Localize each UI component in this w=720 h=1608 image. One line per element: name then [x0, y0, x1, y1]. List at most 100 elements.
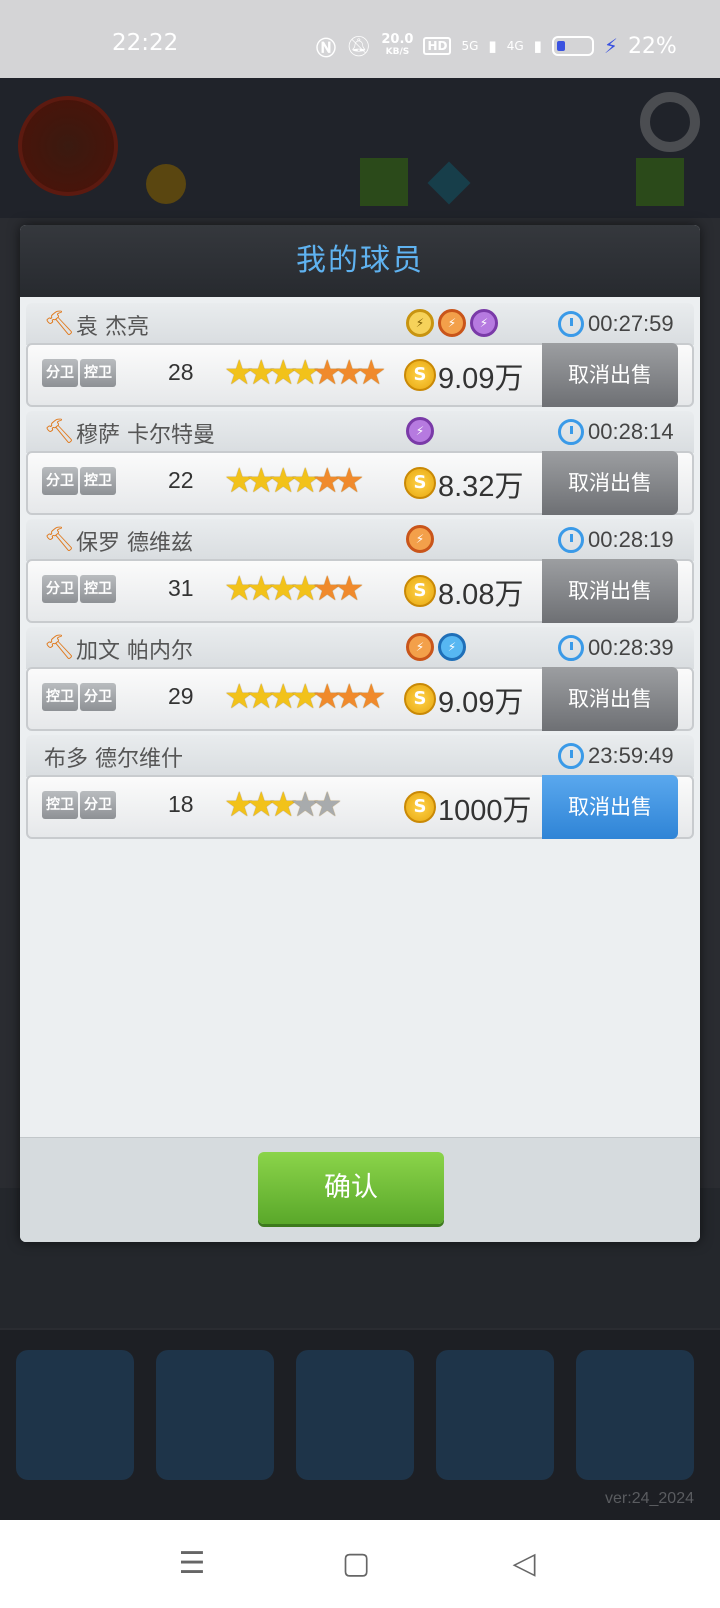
player-details: 分卫 控卫 22 ★ ★ ★ ★ ★ ★ S 8.32万 取消出售	[26, 451, 694, 515]
star-rating: ★ ★ ★ ★ ★	[224, 785, 342, 825]
orange-star-icon: ★	[312, 461, 343, 501]
cancel-sale-button[interactable]: 取消出售	[542, 559, 678, 623]
position-tag: 控卫	[80, 467, 116, 495]
player-name: 穆萨 卡尔特曼	[76, 423, 215, 448]
gold-star-icon: ★	[268, 569, 299, 609]
gold-star-icon: ★	[224, 461, 255, 501]
skill-badges: ⚡	[406, 525, 434, 553]
player-row: 🔨︎ 袁 杰亮 ⚡ ⚡ ⚡ 00:27:59 分卫 控卫 28 ★ ★ ★ ★ ★ ★ ★ S 9.09万 取消出售	[26, 303, 694, 407]
gold-star-icon: ★	[224, 569, 255, 609]
gold-star-icon: ★	[246, 569, 277, 609]
add-gems-icon	[636, 158, 684, 206]
gear-icon	[640, 92, 700, 152]
signal-bars-icon: ▮	[488, 37, 497, 55]
gold-star-icon: ★	[224, 677, 255, 717]
gold-star-icon: ★	[290, 677, 321, 717]
position-tag: 分卫	[80, 683, 116, 711]
nfc-icon: Ⓝ	[316, 35, 336, 60]
gold-star-icon: ★	[246, 353, 277, 393]
position-tags: 控卫 分卫	[42, 683, 116, 711]
blue-skill-badge-icon[interactable]: ⚡	[438, 633, 466, 661]
star-rating: ★ ★ ★ ★ ★ ★ ★	[224, 353, 386, 393]
player-age: 28	[168, 359, 194, 385]
back-icon[interactable]: ◁	[504, 1546, 544, 1582]
auction-hammer-icon: 🔨︎	[44, 525, 75, 553]
coin-icon: S	[404, 575, 436, 607]
position-tag: 控卫	[80, 359, 116, 387]
system-nav-bar: ☰ ▢ ◁	[0, 1520, 720, 1608]
coin-icon: S	[404, 359, 436, 391]
mute-icon: 🔕︎	[346, 34, 372, 58]
purple-skill-badge-icon[interactable]: ⚡	[470, 309, 498, 337]
battery-icon	[551, 36, 594, 56]
skill-badges: ⚡ ⚡ ⚡	[406, 309, 498, 337]
bg-header	[0, 78, 720, 218]
my-players-dialog: 我的球员 🔨︎ 袁 杰亮 ⚡ ⚡ ⚡ 00:27:59 分卫 控卫 28 ★ ★ ★ ★ ★ ★ ★ S 9.09…	[20, 225, 700, 1242]
player-name: 布多 德尔维什	[44, 747, 183, 772]
confirm-button[interactable]: 确认	[258, 1152, 444, 1224]
gold-star-icon: ★	[290, 461, 321, 501]
bg-nav-tile	[436, 1350, 554, 1480]
cancel-sale-button[interactable]: 取消出售	[542, 343, 678, 407]
orange-skill-badge-icon[interactable]: ⚡	[406, 525, 434, 553]
bg-bottom-nav: ver:24_2024	[0, 1330, 720, 1520]
menu-icon[interactable]: ☰	[172, 1546, 212, 1582]
gold-star-icon: ★	[246, 785, 277, 825]
player-header: 🔨︎ 袁 杰亮 ⚡ ⚡ ⚡ 00:27:59	[26, 303, 694, 345]
position-tag: 控卫	[80, 575, 116, 603]
orange-star-icon: ★	[312, 353, 343, 393]
player-details: 分卫 控卫 31 ★ ★ ★ ★ ★ ★ S 8.08万 取消出售	[26, 559, 694, 623]
countdown-timer: 00:28:19	[588, 527, 674, 552]
position-tag: 分卫	[80, 791, 116, 819]
orange-star-icon: ★	[334, 461, 365, 501]
player-row: 布多 德尔维什 23:59:49 控卫 分卫 18 ★ ★ ★ ★ ★ S 1000万 取消出售	[26, 735, 694, 839]
skill-badges: ⚡	[406, 417, 434, 445]
cancel-sale-button[interactable]: 取消出售	[542, 775, 678, 839]
player-name: 加文 帕内尔	[76, 639, 193, 664]
player-list[interactable]: 🔨︎ 袁 杰亮 ⚡ ⚡ ⚡ 00:27:59 分卫 控卫 28 ★ ★ ★ ★ ★ ★ ★ S 9.09万 取消出售…	[20, 297, 700, 1137]
player-header: 🔨︎ 加文 帕内尔 ⚡ ⚡ 00:28:39	[26, 627, 694, 669]
player-name: 袁 杰亮	[76, 315, 149, 340]
player-header: 🔨︎ 穆萨 卡尔特曼 ⚡ 00:28:14	[26, 411, 694, 453]
gold-skill-badge-icon[interactable]: ⚡	[406, 309, 434, 337]
coin-icon: S	[404, 467, 436, 499]
charging-icon: ⚡	[603, 34, 618, 58]
player-details: 控卫 分卫 29 ★ ★ ★ ★ ★ ★ ★ S 9.09万 取消出售	[26, 667, 694, 731]
add-coins-icon	[360, 158, 408, 206]
sale-price: 8.08万	[438, 579, 524, 611]
cancel-sale-button[interactable]: 取消出售	[542, 667, 678, 731]
purple-skill-badge-icon[interactable]: ⚡	[406, 417, 434, 445]
player-row: 🔨︎ 保罗 德维兹 ⚡ 00:28:19 分卫 控卫 31 ★ ★ ★ ★ ★ ★ S 8.08万 取消出售	[26, 519, 694, 623]
player-age: 18	[168, 791, 194, 817]
orange-skill-badge-icon[interactable]: ⚡	[438, 309, 466, 337]
position-tags: 分卫 控卫	[42, 467, 116, 495]
gem-icon	[427, 161, 471, 205]
position-tags: 分卫 控卫	[42, 575, 116, 603]
gold-star-icon: ★	[246, 461, 277, 501]
player-age: 29	[168, 683, 194, 709]
net-speed-unit: KB/S	[385, 47, 410, 57]
bg-nav-tile	[156, 1350, 274, 1480]
stopwatch-icon	[558, 419, 584, 445]
coin-icon	[146, 164, 186, 204]
dialog-title: 我的球员	[296, 243, 424, 278]
bg-nav-tile	[16, 1350, 134, 1480]
gold-star-icon: ★	[268, 353, 299, 393]
player-name: 保罗 德维兹	[76, 531, 193, 556]
gold-star-icon: ★	[224, 785, 255, 825]
bg-nav-tile	[296, 1350, 414, 1480]
gold-star-icon: ★	[268, 461, 299, 501]
player-details: 分卫 控卫 28 ★ ★ ★ ★ ★ ★ ★ S 9.09万 取消出售	[26, 343, 694, 407]
position-tag: 控卫	[42, 683, 78, 711]
cancel-sale-button[interactable]: 取消出售	[542, 451, 678, 515]
orange-skill-badge-icon[interactable]: ⚡	[406, 633, 434, 661]
orange-star-icon: ★	[312, 677, 343, 717]
star-rating: ★ ★ ★ ★ ★ ★	[224, 461, 365, 501]
countdown-timer: 00:27:59	[588, 311, 674, 336]
stopwatch-icon	[558, 743, 584, 769]
home-icon[interactable]: ▢	[336, 1546, 376, 1582]
version-label: ver:24_2024	[605, 1490, 694, 1507]
player-details: 控卫 分卫 18 ★ ★ ★ ★ ★ S 1000万 取消出售	[26, 775, 694, 839]
sale-price: 9.09万	[438, 363, 524, 395]
skill-badges: ⚡ ⚡	[406, 633, 466, 661]
